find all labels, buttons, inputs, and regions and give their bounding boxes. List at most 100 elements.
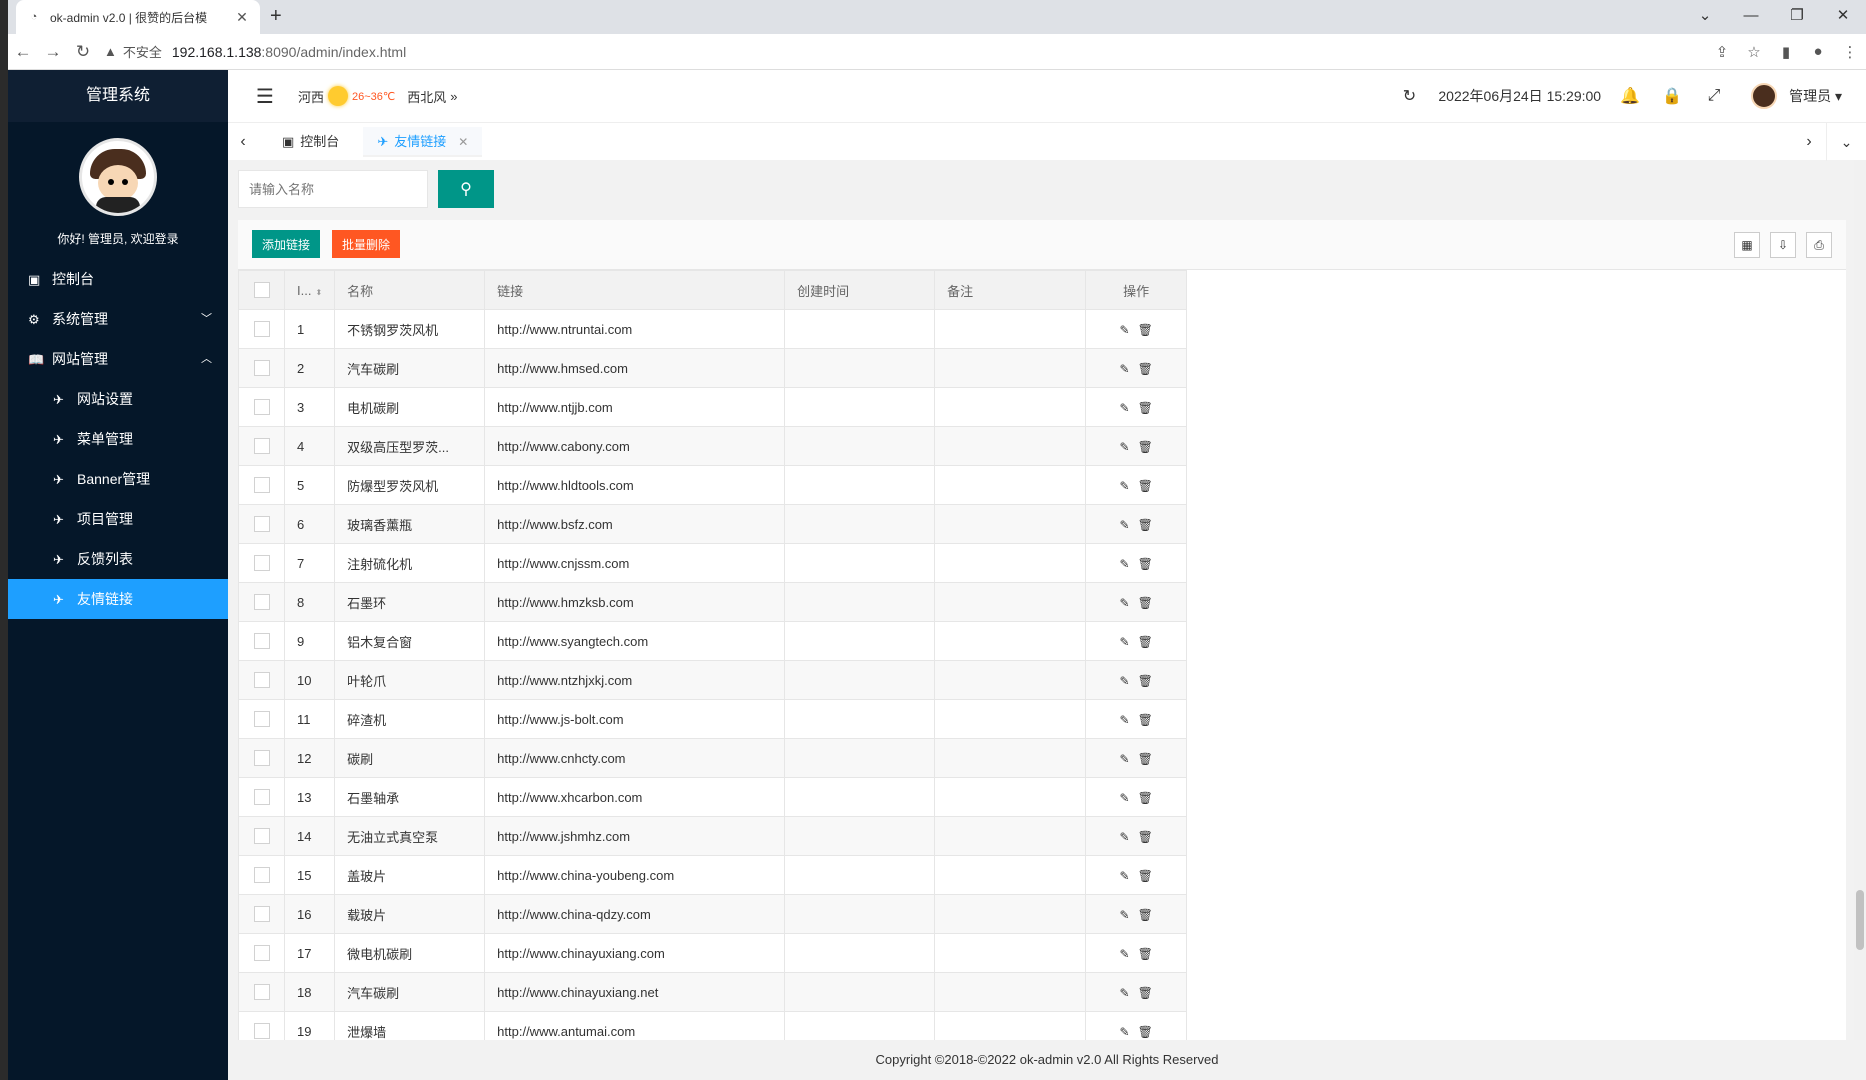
fullscreen-icon[interactable]: ⤢: [1693, 87, 1735, 105]
profile-icon[interactable]: ●: [1802, 43, 1834, 61]
edit-icon[interactable]: ✎: [1120, 830, 1130, 844]
new-tab-button[interactable]: +: [270, 5, 282, 28]
delete-icon[interactable]: 🗑: [1138, 557, 1153, 571]
row-checkbox[interactable]: [238, 348, 285, 388]
edit-icon[interactable]: ✎: [1120, 596, 1130, 610]
edit-icon[interactable]: ✎: [1120, 479, 1130, 493]
delete-icon[interactable]: 🗑: [1138, 401, 1153, 415]
table-row[interactable]: 2 汽车碳刷 http://www.hmsed.com ✎ 🗑: [238, 348, 1188, 388]
edit-icon[interactable]: ✎: [1120, 401, 1130, 415]
row-checkbox[interactable]: [238, 699, 285, 739]
close-tab-icon[interactable]: ✕: [234, 9, 250, 26]
bell-icon[interactable]: 🔔: [1609, 86, 1651, 106]
batch-delete-button[interactable]: 批量删除: [332, 230, 401, 258]
lock-icon[interactable]: 🔒: [1651, 86, 1693, 106]
side-panel-icon[interactable]: ▮: [1770, 43, 1802, 61]
table-row[interactable]: 8 石墨环 http://www.hmzksb.com ✎ 🗑: [238, 582, 1188, 622]
sidebar-item-friend-links[interactable]: ✈ 友情链接: [8, 579, 228, 619]
close-tab-icon[interactable]: ✕: [458, 135, 468, 149]
table-row[interactable]: 16 载玻片 http://www.china-qdzy.com ✎ 🗑: [238, 894, 1188, 934]
table-row[interactable]: 1 不锈钢罗茨风机 http://www.ntruntai.com ✎ 🗑: [238, 309, 1188, 349]
row-checkbox[interactable]: [238, 933, 285, 973]
tab-dashboard[interactable]: ▣ 控制台: [268, 126, 354, 157]
delete-icon[interactable]: 🗑: [1138, 596, 1153, 610]
table-row[interactable]: 4 双级高压型罗茨... http://www.cabony.com ✎ 🗑: [238, 426, 1188, 466]
row-checkbox[interactable]: [238, 465, 285, 505]
browser-tab[interactable]: ◔ ok-admin v2.0 | 很赞的后台模 ✕: [16, 0, 260, 34]
scrollbar-thumb[interactable]: [1856, 890, 1864, 950]
search-input[interactable]: [238, 170, 428, 208]
tabs-prev-icon[interactable]: ‹: [228, 133, 258, 151]
sort-icon[interactable]: ⬍: [315, 288, 322, 297]
scrollbar[interactable]: [1854, 160, 1866, 1040]
minimize-icon[interactable]: —: [1728, 0, 1774, 34]
sidebar-item-feedback[interactable]: ✈ 反馈列表: [8, 539, 228, 579]
tab-friend-links[interactable]: ✈ 友情链接 ✕: [363, 126, 483, 157]
menu-toggle-icon[interactable]: ☰: [256, 84, 276, 109]
table-row[interactable]: 14 无油立式真空泵 http://www.jshmhz.com ✎ 🗑: [238, 816, 1188, 856]
table-row[interactable]: 6 玻璃香薰瓶 http://www.bsfz.com ✎ 🗑: [238, 504, 1188, 544]
avatar[interactable]: [79, 138, 157, 216]
sidebar-item-system[interactable]: ⚙ 系统管理 ﹀: [8, 299, 228, 339]
user-menu[interactable]: 管理员 ▾: [1789, 86, 1842, 106]
url-field[interactable]: ▲ 不安全 192.168.1.138 :8090/admin/index.ht…: [104, 38, 1706, 66]
sidebar-item-banner-mgmt[interactable]: ✈ Banner管理: [8, 459, 228, 499]
edit-icon[interactable]: ✎: [1120, 1025, 1130, 1039]
tabs-next-icon[interactable]: ›: [1794, 123, 1824, 161]
back-icon[interactable]: ←: [8, 42, 38, 62]
row-checkbox[interactable]: [238, 387, 285, 427]
col-id[interactable]: I... ⬍: [283, 270, 336, 310]
row-checkbox[interactable]: [238, 621, 285, 661]
edit-icon[interactable]: ✎: [1120, 908, 1130, 922]
table-row[interactable]: 3 电机碳刷 http://www.ntjjb.com ✎ 🗑: [238, 387, 1188, 427]
edit-icon[interactable]: ✎: [1120, 674, 1130, 688]
select-all-checkbox[interactable]: [238, 270, 285, 310]
sidebar-item-dashboard[interactable]: ▣ 控制台: [8, 259, 228, 299]
delete-icon[interactable]: 🗑: [1138, 635, 1153, 649]
table-row[interactable]: 17 微电机碳刷 http://www.chinayuxiang.com ✎ 🗑: [238, 933, 1188, 973]
delete-icon[interactable]: 🗑: [1138, 752, 1153, 766]
sidebar-item-website[interactable]: 📖 网站管理 ︿: [8, 339, 228, 379]
menu-kebab-icon[interactable]: ⋮: [1834, 43, 1866, 61]
table-row[interactable]: 9 铝木复合窗 http://www.syangtech.com ✎ 🗑: [238, 621, 1188, 661]
row-checkbox[interactable]: [238, 660, 285, 700]
delete-icon[interactable]: 🗑: [1138, 791, 1153, 805]
edit-icon[interactable]: ✎: [1120, 869, 1130, 883]
delete-icon[interactable]: 🗑: [1138, 908, 1153, 922]
table-row[interactable]: 11 碎渣机 http://www.js-bolt.com ✎ 🗑: [238, 699, 1188, 739]
print-icon[interactable]: ⎙: [1806, 232, 1832, 258]
edit-icon[interactable]: ✎: [1120, 440, 1130, 454]
table-row[interactable]: 5 防爆型罗茨风机 http://www.hldtools.com ✎ 🗑: [238, 465, 1188, 505]
delete-icon[interactable]: 🗑: [1138, 362, 1153, 376]
delete-icon[interactable]: 🗑: [1138, 440, 1153, 454]
export-icon[interactable]: ⇩: [1770, 232, 1796, 258]
row-checkbox[interactable]: [238, 816, 285, 856]
table-row[interactable]: 10 叶轮爪 http://www.ntzhjxkj.com ✎ 🗑: [238, 660, 1188, 700]
tabs-more-icon[interactable]: ⌄: [1826, 123, 1866, 161]
edit-icon[interactable]: ✎: [1120, 752, 1130, 766]
bookmark-star-icon[interactable]: ☆: [1738, 43, 1770, 61]
sidebar-item-site-settings[interactable]: ✈ 网站设置: [8, 379, 228, 419]
restore-icon[interactable]: ❐: [1774, 0, 1820, 34]
columns-icon[interactable]: ▦: [1734, 232, 1760, 258]
table-row[interactable]: 18 汽车碳刷 http://www.chinayuxiang.net ✎ 🗑: [238, 972, 1188, 1012]
row-checkbox[interactable]: [238, 309, 285, 349]
table-row[interactable]: 15 盖玻片 http://www.china-youbeng.com ✎ 🗑: [238, 855, 1188, 895]
close-window-icon[interactable]: ✕: [1820, 0, 1866, 34]
edit-icon[interactable]: ✎: [1120, 713, 1130, 727]
reload-icon[interactable]: ↻: [68, 42, 98, 62]
edit-icon[interactable]: ✎: [1120, 518, 1130, 532]
row-checkbox[interactable]: [238, 855, 285, 895]
delete-icon[interactable]: 🗑: [1138, 830, 1153, 844]
edit-icon[interactable]: ✎: [1120, 323, 1130, 337]
delete-icon[interactable]: 🗑: [1138, 518, 1153, 532]
table-row[interactable]: 19 泄爆墙 http://www.antumai.com ✎ 🗑: [238, 1011, 1188, 1040]
row-checkbox[interactable]: [238, 582, 285, 622]
delete-icon[interactable]: 🗑: [1138, 713, 1153, 727]
refresh-icon[interactable]: ↻: [1388, 86, 1430, 106]
tab-search-icon[interactable]: ⌄: [1682, 0, 1728, 34]
add-link-button[interactable]: 添加链接: [252, 230, 321, 258]
share-icon[interactable]: ⇪: [1706, 43, 1738, 61]
edit-icon[interactable]: ✎: [1120, 635, 1130, 649]
row-checkbox[interactable]: [238, 426, 285, 466]
